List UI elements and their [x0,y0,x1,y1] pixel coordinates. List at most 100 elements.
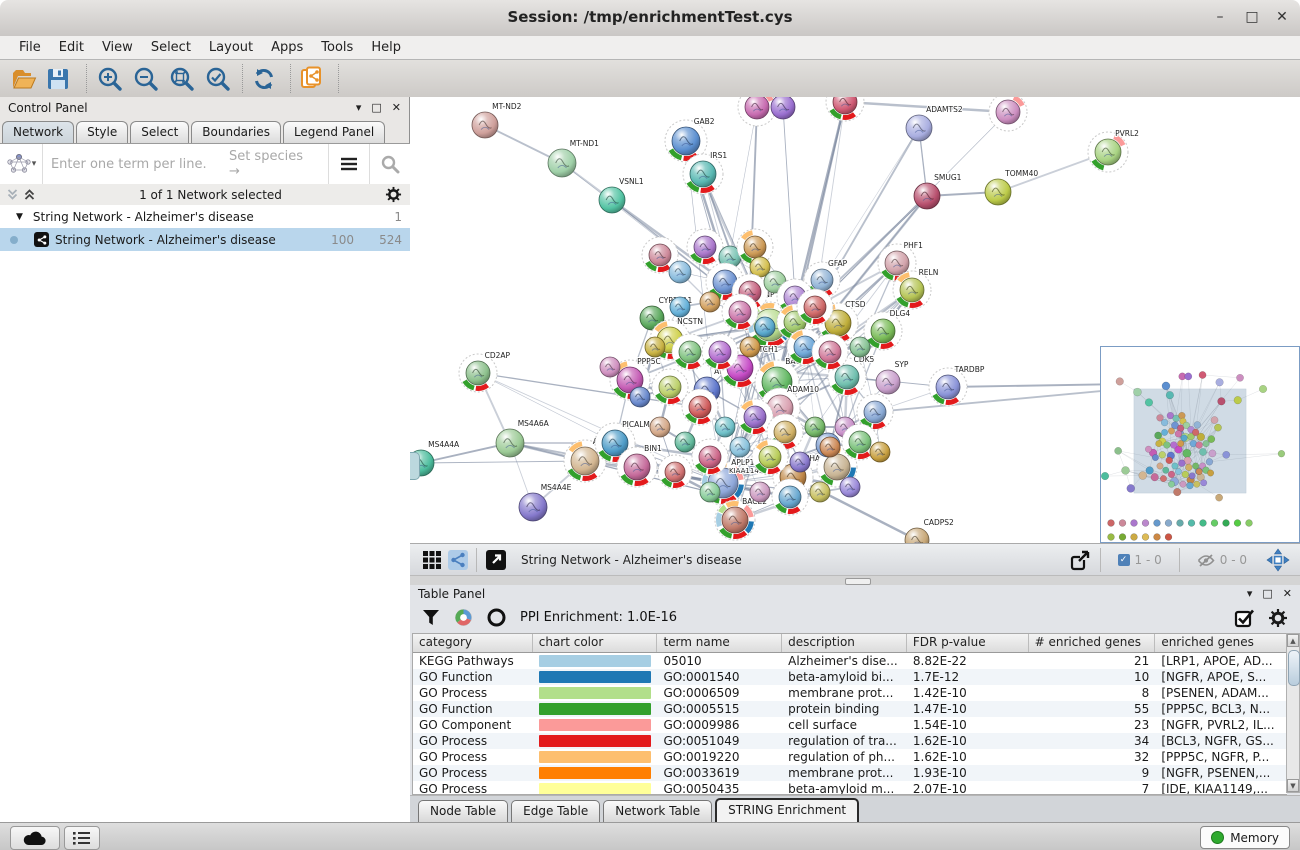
node[interactable] [771,97,795,119]
cloud-icon[interactable] [10,826,60,850]
panel-float-icon[interactable]: □ [1262,587,1272,600]
tab-network-table[interactable]: Network Table [603,800,712,822]
string-search-icon[interactable] [369,144,410,184]
node[interactable] [687,229,723,265]
node-ADAMTS2[interactable]: ADAMTS2 [906,105,963,141]
node[interactable] [652,369,688,405]
network-file-icon[interactable] [298,65,326,93]
pan-navigate-icon[interactable] [1266,548,1290,572]
node[interactable] [820,437,840,457]
panel-float-icon[interactable]: □ [371,101,381,114]
table-row[interactable]: GO ComponentGO:0009986cell surface1.54E-… [413,717,1287,733]
node[interactable] [600,357,620,377]
network-tree-row[interactable]: String Network - Alzheimer's disease1005… [0,228,410,251]
tab-edge-table[interactable]: Edge Table [511,800,600,822]
node-PVRL2[interactable]: PVRL2 [1088,129,1139,172]
open-session-icon[interactable] [10,65,38,93]
network-view[interactable]: MT-ND2MT-ND1VSNL1GAB2IRS1ADAMTS2PVRL2TOM… [410,97,1300,543]
node[interactable] [812,334,848,370]
refresh-icon[interactable] [250,65,278,93]
panel-menu-icon[interactable]: ▾ [356,101,362,114]
node[interactable] [989,97,1027,131]
pie-chart-icon[interactable] [454,608,473,627]
node[interactable] [790,452,810,472]
node[interactable] [692,439,728,475]
node[interactable] [772,479,808,515]
table-row[interactable]: GO ProcessGO:0050435beta-amyloid m...2.0… [413,781,1287,795]
select-rows-icon[interactable] [1234,608,1254,628]
splitter-grip[interactable] [845,578,871,585]
tab-style[interactable]: Style [76,121,128,143]
node[interactable] [840,477,860,497]
tab-select[interactable]: Select [130,121,189,143]
table-row[interactable]: GO ProcessGO:0033619membrane prot...1.93… [413,765,1287,781]
menu-item-file[interactable]: File [10,38,50,57]
node[interactable] [702,334,738,370]
share-view-icon[interactable] [448,550,468,570]
table-row[interactable]: GO ProcessGO:0006509membrane prot...1.42… [413,685,1287,701]
node[interactable] [658,455,692,489]
table-scrollbar[interactable]: ▲ ▼ [1286,633,1300,793]
node-SMUG1[interactable]: SMUG1 [914,173,962,209]
grid-view-icon[interactable] [422,550,442,570]
menu-item-view[interactable]: View [93,38,142,57]
node[interactable] [810,482,830,502]
panel-collapse-grip[interactable] [410,452,420,480]
node[interactable] [700,482,720,502]
node-TARDBP[interactable]: TARDBP [929,365,985,406]
node[interactable] [752,439,788,475]
node-DLG4[interactable]: DLG4 [864,309,910,350]
maximize-button[interactable]: □ [1242,9,1262,25]
node[interactable] [682,389,718,425]
menu-item-edit[interactable]: Edit [50,38,93,57]
column-header-FDR-p-value[interactable]: FDR p-value [907,634,1029,652]
column-header-chart-color[interactable]: chart color [533,634,658,652]
node[interactable] [797,289,833,325]
menu-item-tools[interactable]: Tools [312,38,362,57]
node[interactable] [738,97,776,126]
scrollbar-thumb[interactable] [1288,650,1300,686]
filter-icon[interactable] [422,609,440,626]
panel-close-icon[interactable]: ✕ [392,101,401,114]
menu-item-select[interactable]: Select [142,38,200,57]
node[interactable] [805,417,825,437]
minimize-button[interactable]: – [1210,9,1230,25]
string-logo-icon[interactable]: ▾ [0,144,43,184]
expander-icon[interactable]: ▼ [16,212,23,222]
node[interactable] [630,387,650,407]
node[interactable] [715,417,735,437]
node[interactable] [730,437,750,457]
species-hint[interactable]: Set species → [229,149,328,179]
node[interactable] [850,337,870,357]
tab-network[interactable]: Network [2,121,74,143]
table-row[interactable]: GO ProcessGO:0051049regulation of tra...… [413,733,1287,749]
network-options-gear-icon[interactable] [385,186,410,203]
node[interactable] [670,297,690,317]
zoom-in-icon[interactable] [96,65,124,93]
node-MT-ND2[interactable]: MT-ND2 [472,102,522,138]
node-SYP[interactable]: SYP [876,360,909,394]
column-header-enriched-genes[interactable]: enriched genes [1155,634,1287,652]
node[interactable] [675,432,695,452]
export-network-icon[interactable] [1068,548,1092,572]
network-tree-row[interactable]: ▼String Network - Alzheimer's disease1 [0,205,410,228]
table-row[interactable]: KEGG Pathways05010Alzheimer's dise...8.8… [413,653,1287,669]
node[interactable] [755,317,775,337]
panel-menu-icon[interactable]: ▾ [1247,587,1253,600]
enrichment-table[interactable]: categorychart colorterm namedescriptionF… [412,633,1287,795]
tab-boundaries[interactable]: Boundaries [191,121,281,143]
menu-item-layout[interactable]: Layout [200,38,262,57]
scroll-down-icon[interactable]: ▼ [1287,779,1299,792]
string-options-icon[interactable] [328,144,369,184]
zoom-fit-icon[interactable] [168,65,196,93]
node-CADPS2[interactable]: CADPS2 [905,518,954,543]
scroll-up-icon[interactable]: ▲ [1287,634,1299,647]
task-list-icon[interactable] [64,826,100,850]
node[interactable] [870,442,890,462]
string-query-input[interactable] [43,157,229,172]
panel-close-icon[interactable]: ✕ [1283,587,1292,600]
tab-node-table[interactable]: Node Table [418,800,508,822]
expand-all-icon[interactable] [23,188,36,201]
node[interactable] [650,417,670,437]
node[interactable] [826,97,864,121]
